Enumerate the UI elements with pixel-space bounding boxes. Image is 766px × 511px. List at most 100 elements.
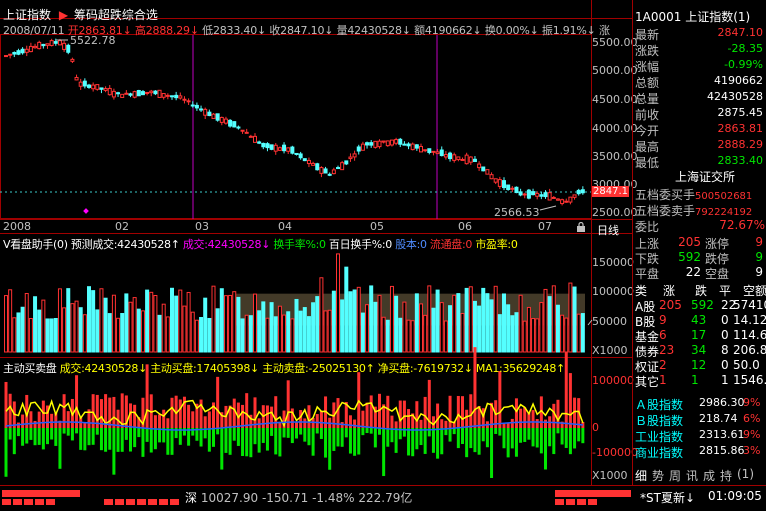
candle-body: [4, 55, 8, 58]
sell-bar: [62, 428, 66, 434]
panel-tab[interactable]: 持: [720, 467, 732, 484]
buy-bar: [62, 394, 66, 428]
buy-bar: [108, 397, 112, 428]
bar-volume: 量42430528: [336, 24, 402, 37]
candle-body: [435, 151, 440, 155]
formula-name[interactable]: 筹码超跌综合选: [74, 8, 158, 22]
sell-bar: [158, 428, 162, 443]
quote-label: 涨跌: [635, 44, 660, 58]
buy-bar: [531, 410, 535, 428]
status-market: 深: [185, 491, 198, 505]
candle-body: [49, 40, 54, 47]
candle-body: [319, 167, 324, 174]
candle-body: [8, 53, 13, 56]
candle-body: [352, 153, 357, 158]
candle-body: [95, 84, 100, 90]
buy-bar: [207, 411, 211, 428]
sell-bar: [299, 428, 303, 435]
sub-index-value: 218.74: [699, 412, 738, 425]
sub-index-name[interactable]: 商业指数: [635, 444, 683, 461]
buy-bar: [556, 399, 560, 428]
sell-bar: [79, 428, 83, 450]
volume-bar: [140, 310, 145, 353]
candle-body: [124, 92, 129, 95]
buy-bar: [187, 404, 191, 428]
candle-body: [410, 143, 415, 151]
lock-icon[interactable]: [576, 221, 586, 232]
buy-bar: [245, 393, 249, 428]
sell-bar: [21, 428, 25, 446]
panel-tab[interactable]: 周: [669, 467, 681, 484]
sub-index-name[interactable]: Ａ股指数: [635, 396, 683, 413]
sell-bar: [564, 428, 568, 448]
flow-tick: 100000: [592, 374, 634, 387]
volume-bar: [493, 285, 498, 353]
buy-bar: [270, 406, 274, 428]
sell-bar: [33, 428, 37, 446]
sell-bar: [311, 428, 315, 456]
vol-indicator-name[interactable]: V看盘助手(0): [3, 238, 68, 251]
sell-bar: [340, 428, 344, 447]
candle-body: [244, 131, 249, 134]
sell-bar: [212, 428, 215, 447]
grid-cell: 57410: [733, 298, 766, 312]
quote-label: 最高: [635, 140, 660, 154]
candle-body: [120, 93, 125, 98]
sell-bar: [568, 428, 572, 455]
sell-bar: [149, 428, 153, 453]
sell-bar: [282, 428, 286, 438]
sell-bar: [548, 428, 552, 447]
sell-bar: [365, 428, 369, 434]
candle-body: [340, 162, 345, 171]
buy-bar: [461, 396, 464, 428]
candle-body: [236, 126, 241, 129]
candle-body: [439, 149, 444, 157]
buy-bar: [112, 396, 116, 428]
panel-tab[interactable]: 细: [635, 467, 647, 484]
sub-index-name[interactable]: 工业指数: [635, 428, 683, 445]
candle-body: [431, 150, 436, 153]
sell-bar: [361, 428, 365, 436]
sell-bar: [141, 428, 145, 457]
sell-bar: [324, 428, 328, 458]
candle-body: [423, 149, 428, 152]
sell-bar: [170, 428, 174, 455]
volume-bar: [323, 310, 328, 353]
panel-tab[interactable]: 成: [703, 467, 715, 484]
sub-index-name[interactable]: Ｂ股指数: [635, 412, 683, 429]
volume-bar: [423, 314, 428, 353]
candle-body: [311, 162, 316, 166]
sell-bar: [519, 428, 523, 443]
candle-body: [560, 199, 565, 205]
candle-body: [178, 95, 183, 99]
sell-bar: [465, 428, 469, 458]
bar-date: 2008/07/11: [3, 24, 65, 37]
sell-bar: [407, 428, 411, 456]
panel-tab[interactable]: 势: [652, 467, 664, 484]
volume-bar: [28, 318, 33, 353]
volume-bar: [215, 308, 220, 353]
candle-body: [273, 144, 278, 152]
candle-body: [331, 169, 336, 175]
volume-bar: [128, 301, 133, 353]
panel-tab[interactable]: (1): [737, 467, 754, 481]
menu-arrow-icon[interactable]: ▶: [59, 8, 68, 22]
news-ticker[interactable]: *ST夏新↓: [640, 489, 695, 506]
volume-bar: [33, 296, 38, 353]
grid-cell: 34: [691, 343, 707, 357]
panel-tab[interactable]: 讯: [686, 467, 698, 484]
volume-bar: [66, 288, 71, 353]
candle-body: [385, 140, 390, 147]
buy-bar: [568, 373, 572, 428]
sell-bar: [357, 428, 361, 455]
grid-header: 跌: [695, 284, 708, 298]
volume-bar: [360, 312, 365, 353]
volume-bar: [107, 313, 112, 353]
status-bar: 深 10027.90 -150.71 -1.48% 222.79亿 *ST夏新↓…: [0, 485, 766, 511]
quote-label: 最低: [635, 156, 660, 170]
sell-bar: [104, 428, 108, 452]
chart-area[interactable]: 上证指数 ▶ 筹码超跌综合选 2008/07/11 开2863.81↓ 高288…: [0, 0, 638, 485]
buy-bar: [514, 398, 518, 428]
flow-indicator-name[interactable]: 主动买卖盘: [3, 362, 57, 375]
sell-bar: [66, 428, 70, 436]
